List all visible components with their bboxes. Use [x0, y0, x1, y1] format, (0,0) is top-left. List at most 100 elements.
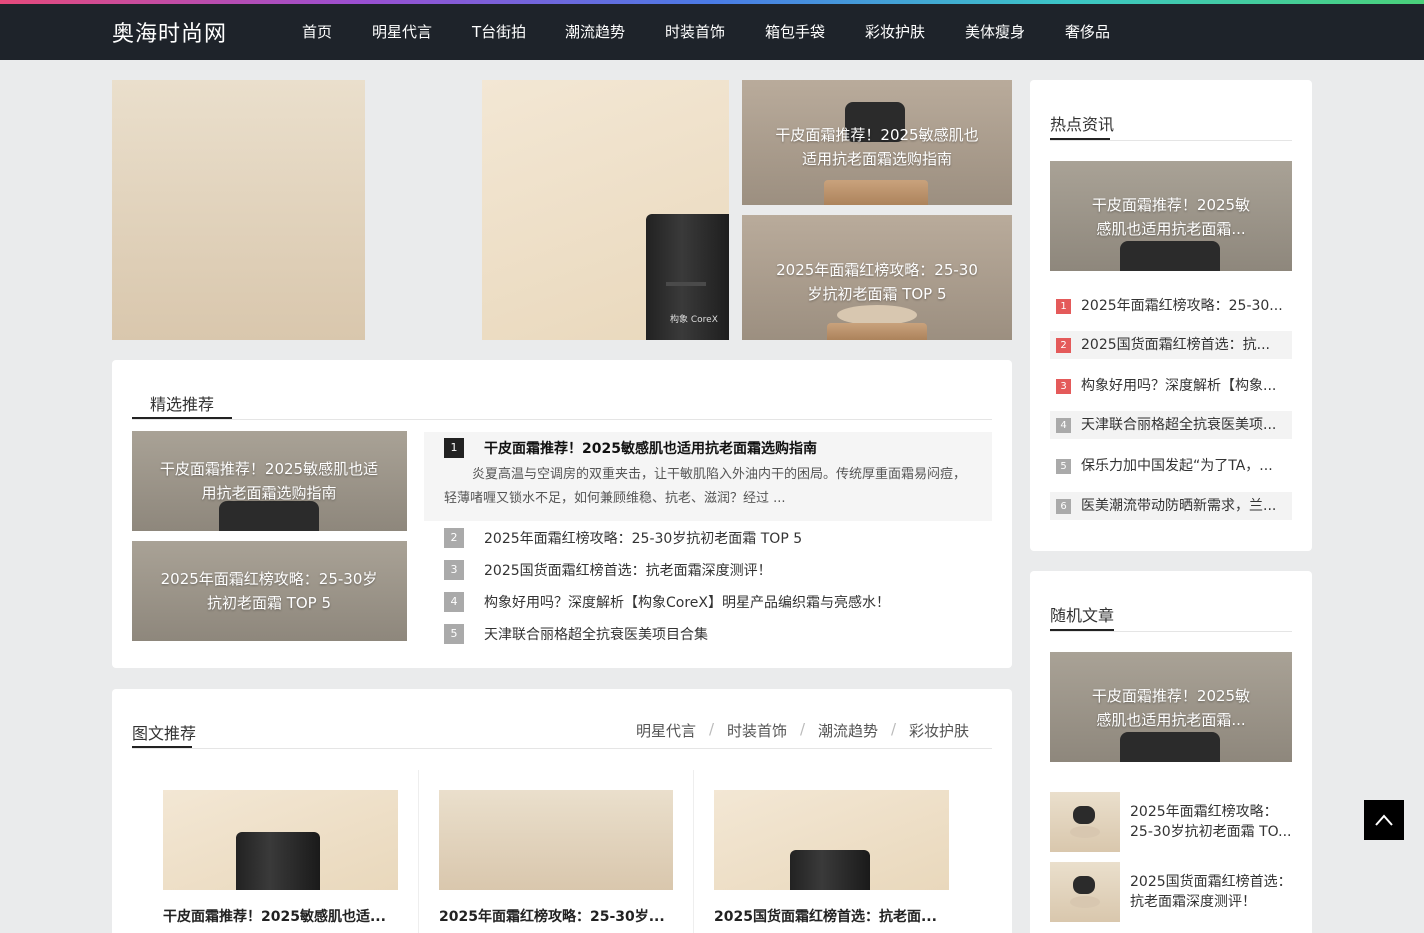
random-item-line: 2025国货面霜红榜首选： [1130, 874, 1292, 890]
site-logo[interactable]: 奥海时尚网 [112, 16, 227, 48]
nav-item-celebrity[interactable]: 明星代言 [372, 21, 432, 42]
hot-news-feature[interactable]: 干皮面霜推荐！2025敏感肌也适用抗老面霜... [1050, 161, 1292, 271]
column-divider [418, 770, 419, 933]
hot-news-item-text: 医美潮流带动防晒新需求，兰... [1081, 498, 1277, 514]
pedestal-shape [824, 180, 928, 205]
random-item-text-2[interactable]: 2025国货面霜红榜首选： 抗老面霜深度测评！ [1130, 872, 1292, 912]
nav-item-makeup[interactable]: 彩妆护肤 [865, 21, 925, 42]
random-item-thumb[interactable] [1050, 862, 1120, 922]
hot-news-item[interactable]: 6 医美潮流带动防晒新需求，兰... [1050, 492, 1292, 520]
stone-shape [837, 305, 917, 325]
hot-news-item-text: 保乐力加中国发起“为了TA，... [1081, 458, 1273, 474]
nav-item-luxury[interactable]: 奢侈品 [1065, 21, 1110, 42]
rank-badge: 5 [444, 624, 464, 644]
gallery-card-image-3[interactable] [714, 790, 949, 890]
featured-top-excerpt: 炎夏高温与空调房的双重夹击，让干敏肌陷入外油内干的困局。传统厚重面霜易闷痘，轻薄… [444, 467, 967, 506]
banner-side-caption-1: 干皮面霜推荐！2025敏感肌也适用抗老面霜选购指南 [775, 126, 979, 168]
tab-celebrity[interactable]: 明星代言 [636, 720, 696, 741]
section-title-underline [132, 746, 192, 748]
rank-badge: 1 [444, 438, 464, 458]
featured-list-item[interactable]: 构象好用吗？深度解析【构象CoreX】明星产品编织霜与亮感水！ [484, 592, 984, 612]
banner-image-main[interactable] [112, 80, 365, 340]
random-item-line: 2025年面霜红榜攻略： [1130, 804, 1278, 820]
rank-badge: 3 [1056, 379, 1071, 394]
jar-icon [1073, 806, 1095, 824]
section-divider [1050, 140, 1292, 141]
gallery-card-title-3[interactable]: 2025国货面霜红榜首选：抗老面... [714, 906, 949, 926]
product-dots [666, 282, 706, 286]
gallery-card-title-1[interactable]: 干皮面霜推荐！2025敏感肌也适... [163, 906, 398, 926]
section-title-underline [132, 417, 232, 419]
tab-trend[interactable]: 潮流趋势 [818, 720, 878, 741]
tab-separator: / [709, 720, 715, 738]
jar-icon [1120, 732, 1220, 762]
section-title-underline [1050, 629, 1114, 631]
section-divider [132, 748, 992, 749]
product-jar [790, 850, 870, 890]
featured-card-1[interactable]: 干皮面霜推荐！2025敏感肌也适用抗老面霜选购指南 [132, 431, 407, 531]
featured-top-title[interactable]: 干皮面霜推荐！2025敏感肌也适用抗老面霜选购指南 [484, 438, 817, 458]
nav-item-bags[interactable]: 箱包手袋 [765, 21, 825, 42]
section-divider [132, 419, 992, 420]
featured-list-item[interactable]: 天津联合丽格超全抗衰医美项目合集 [484, 624, 984, 644]
hot-news-item[interactable]: 4 天津联合丽格超全抗衰医美项... [1050, 411, 1292, 439]
stone-shape [1070, 826, 1100, 838]
featured-card-caption-2: 2025年面霜红榜攻略：25-30岁抗初老面霜 TOP 5 [160, 570, 378, 612]
rank-badge: 6 [1056, 499, 1071, 514]
featured-list-item[interactable]: 2025国货面霜红榜首选：抗老面霜深度测评！ [484, 560, 984, 580]
banner-side-card-2[interactable]: 2025年面霜红榜攻略：25-30岁抗初老面霜 TOP 5 [742, 215, 1012, 340]
pedestal-shape [827, 323, 927, 340]
nav-item-trend[interactable]: 潮流趋势 [565, 21, 625, 42]
rank-badge: 2 [1056, 338, 1071, 353]
back-to-top-button[interactable] [1364, 800, 1404, 840]
hot-news-title: 热点资讯 [1050, 115, 1115, 134]
featured-section-title: 精选推荐 [150, 395, 215, 414]
banner-image-product[interactable]: 构象 CoreX [482, 80, 729, 340]
banner-side-card-1[interactable]: 干皮面霜推荐！2025敏感肌也适用抗老面霜选购指南 [742, 80, 1012, 205]
jar-icon [219, 501, 319, 531]
hot-news-item[interactable]: 5 保乐力加中国发起“为了TA，... [1050, 452, 1292, 480]
random-articles-title: 随机文章 [1050, 606, 1115, 625]
column-divider [693, 770, 694, 933]
tab-makeup[interactable]: 彩妆护肤 [909, 720, 969, 741]
hot-news-item-text: 天津联合丽格超全抗衰医美项... [1081, 417, 1277, 433]
hot-news-item-text: 2025国货面霜红榜首选：抗... [1081, 337, 1270, 353]
product-logo-text: 构象 CoreX [670, 315, 718, 325]
rank-badge: 2 [444, 528, 464, 548]
featured-list-item[interactable]: 2025年面霜红榜攻略：25-30岁抗初老面霜 TOP 5 [484, 528, 984, 548]
tab-fashion[interactable]: 时装首饰 [727, 720, 787, 741]
accent-strip [0, 0, 1424, 4]
jar-icon [1073, 876, 1095, 894]
random-item-text-1[interactable]: 2025年面霜红榜攻略： 25-30岁抗初老面霜 TO... [1130, 802, 1292, 842]
hot-news-item[interactable]: 2 2025国货面霜红榜首选：抗... [1050, 331, 1292, 359]
rank-badge: 1 [1056, 299, 1071, 314]
random-item-line: 25-30岁抗初老面霜 TO... [1130, 824, 1292, 840]
banner-side-caption-2: 2025年面霜红榜攻略：25-30岁抗初老面霜 TOP 5 [776, 261, 978, 303]
hot-news-item[interactable]: 3 构象好用吗？深度解析【构象... [1050, 372, 1292, 400]
nav-item-street[interactable]: T台街拍 [472, 21, 526, 42]
hot-news-item-text: 2025年面霜红榜攻略：25-30... [1081, 298, 1283, 314]
nav-item-home[interactable]: 首页 [302, 21, 332, 42]
rank-badge: 4 [1056, 418, 1071, 433]
tab-separator: / [800, 720, 806, 738]
nav-item-fashion[interactable]: 时装首饰 [665, 21, 725, 42]
featured-card-caption-1: 干皮面霜推荐！2025敏感肌也适用抗老面霜选购指南 [159, 460, 379, 502]
rank-badge: 3 [444, 560, 464, 580]
gallery-card-title-2[interactable]: 2025年面霜红榜攻略：25-30岁... [439, 906, 673, 926]
hot-news-item[interactable]: 1 2025年面霜红榜攻略：25-30... [1050, 292, 1292, 320]
hot-news-item-text: 构象好用吗？深度解析【构象... [1081, 378, 1277, 394]
top-navbar: 奥海时尚网 首页 明星代言 T台街拍 潮流趋势 时装首饰 箱包手袋 彩妆护肤 美… [0, 0, 1424, 60]
rank-badge: 4 [444, 592, 464, 612]
random-feature[interactable]: 干皮面霜推荐！2025敏感肌也适用抗老面霜... [1050, 652, 1292, 762]
gallery-card-image-1[interactable] [163, 790, 398, 890]
chevron-up-icon [1375, 814, 1393, 826]
gallery-section-title: 图文推荐 [132, 724, 197, 743]
nav-item-body[interactable]: 美体瘦身 [965, 21, 1025, 42]
random-item-thumb[interactable] [1050, 792, 1120, 852]
featured-card-2[interactable]: 2025年面霜红榜攻略：25-30岁抗初老面霜 TOP 5 [132, 541, 407, 641]
section-divider [1050, 631, 1292, 632]
gallery-card-image-2[interactable] [439, 790, 673, 890]
random-item-line: 抗老面霜深度测评！ [1130, 894, 1256, 910]
stone-shape [1070, 896, 1100, 908]
random-feature-caption: 干皮面霜推荐！2025敏感肌也适用抗老面霜... [1091, 687, 1251, 729]
